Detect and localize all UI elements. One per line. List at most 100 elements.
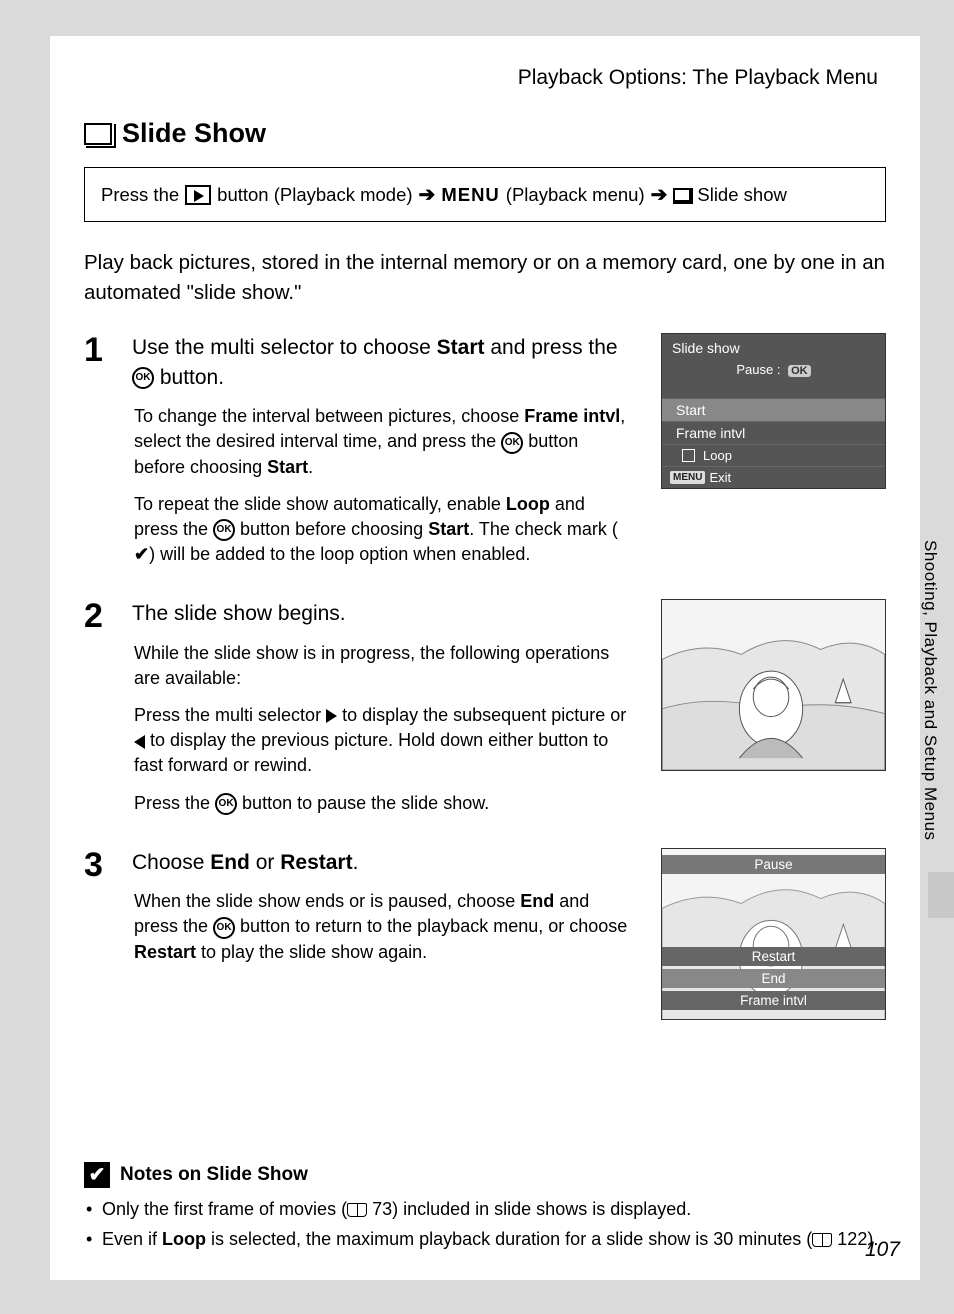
text: Loop: [703, 448, 732, 463]
lcd-overlay-restart: Restart: [662, 947, 885, 966]
step-paragraph: While the slide show is in progress, the…: [132, 641, 631, 691]
arrow-right-icon: ➔: [651, 182, 668, 207]
text: When the slide show ends or is paused, c…: [134, 891, 520, 911]
triangle-left-icon: [134, 735, 145, 749]
instr-text: Slide show: [697, 184, 786, 206]
slideshow-small-icon: [673, 188, 691, 202]
text: Even if: [102, 1229, 162, 1249]
slideshow-icon: [84, 123, 112, 145]
lcd-photo-preview: [661, 599, 886, 771]
step-2: 2 The slide show begins. While the slide…: [84, 599, 886, 828]
text: Only the first frame of movies (: [102, 1199, 347, 1219]
lcd-overlay-end: End: [662, 969, 885, 988]
step-paragraph: To repeat the slide show automatically, …: [132, 492, 631, 568]
text-bold: Restart: [134, 942, 196, 962]
step-body: Use the multi selector to choose Start a…: [132, 333, 631, 579]
lcd-option-loop: Loop: [662, 444, 885, 466]
text: . The check mark (: [469, 519, 618, 539]
ok-button-icon: OK: [213, 917, 235, 939]
side-tab-label: Shooting, Playback and Setup Menus: [920, 540, 940, 841]
ok-button-icon: OK: [213, 519, 235, 541]
step-paragraph: Press the multi selector to display the …: [132, 703, 631, 779]
intro-paragraph: Play back pictures, stored in the intern…: [84, 248, 886, 307]
text: .: [308, 457, 313, 477]
manual-page: Playback Options: The Playback Menu Slid…: [50, 36, 920, 1280]
step-body: Choose End or Restart. When the slide sh…: [132, 848, 631, 1020]
menu-badge-icon: MENU: [670, 471, 705, 484]
text: ) will be added to the loop option when …: [149, 544, 530, 564]
text: .: [353, 851, 359, 874]
notes-section: ✔ Notes on Slide Show Only the first fra…: [84, 1162, 886, 1256]
text-bold: End: [520, 891, 554, 911]
text: button to return to the playback menu, o…: [235, 916, 627, 936]
text: Press the multi selector: [134, 705, 326, 725]
text: button to pause the slide show.: [237, 793, 489, 813]
text-bold: Start: [428, 519, 469, 539]
step-3: 3 Choose End or Restart. When the slide …: [84, 848, 886, 1020]
menu-label: MENU: [441, 184, 499, 206]
text: or: [250, 851, 280, 874]
steps-list: 1 Use the multi selector to choose Start…: [84, 333, 886, 1019]
side-tab-marker: [928, 872, 954, 918]
lcd-slideshow-menu: Slide show Pause : OK Start Frame intvl …: [661, 333, 886, 489]
ok-button-icon: OK: [132, 367, 154, 389]
step-number: 2: [84, 599, 114, 828]
lcd-pause-menu: Pause Restart End Frame intvl: [661, 848, 886, 1020]
notes-check-icon: ✔: [84, 1162, 110, 1188]
text: Exit: [709, 470, 731, 485]
step-paragraph: When the slide show ends or is paused, c…: [132, 889, 631, 965]
lcd-title: Slide show: [662, 334, 885, 360]
text: Use the multi selector to choose: [132, 336, 437, 359]
lcd-option-frame-intvl: Frame intvl: [662, 421, 885, 444]
step-paragraph: Press the OK button to pause the slide s…: [132, 791, 631, 816]
text: To change the interval between pictures,…: [134, 406, 524, 426]
text-bold: Start: [437, 336, 485, 359]
text-bold: Start: [267, 457, 308, 477]
text: Pause: [736, 362, 773, 377]
lcd-spacer: [662, 385, 885, 398]
page-number: 107: [865, 1238, 900, 1262]
lcd-pause-hint: Pause : OK: [662, 360, 885, 385]
lcd-exit-row: MENU Exit: [662, 466, 885, 488]
arrow-right-icon: ➔: [419, 182, 436, 207]
text: To repeat the slide show automatically, …: [134, 494, 506, 514]
text: 73) included in slide shows is displayed…: [367, 1199, 691, 1219]
page-title-row: Slide Show: [84, 118, 886, 149]
ok-button-icon: OK: [215, 793, 237, 815]
step-number: 1: [84, 333, 114, 579]
step-1: 1 Use the multi selector to choose Start…: [84, 333, 886, 579]
notes-title: Notes on Slide Show: [120, 1164, 308, 1186]
section-breadcrumb: Playback Options: The Playback Menu: [84, 66, 886, 90]
step-body: The slide show begins. While the slide s…: [132, 599, 631, 828]
checkbox-icon: [682, 449, 695, 462]
text: to display the subsequent picture or: [337, 705, 626, 725]
triangle-right-icon: [326, 709, 337, 723]
text: is selected, the maximum playback durati…: [206, 1229, 812, 1249]
instr-text: (Playback menu): [506, 184, 645, 206]
instr-text: button (Playback mode): [217, 184, 412, 206]
playback-button-icon: [185, 185, 211, 205]
lcd-overlay-pause: Pause: [662, 855, 885, 874]
text-bold: Loop: [162, 1229, 206, 1249]
lcd-option-start: Start: [662, 398, 885, 421]
notes-title-row: ✔ Notes on Slide Show: [84, 1162, 886, 1188]
step-heading: Use the multi selector to choose Start a…: [132, 333, 631, 392]
page-title: Slide Show: [122, 118, 266, 149]
note-item: Even if Loop is selected, the maximum pl…: [84, 1226, 886, 1252]
navigation-instruction: Press the button (Playback mode) ➔ MENU …: [84, 167, 886, 222]
text: Press the: [134, 793, 215, 813]
ok-button-icon: OK: [501, 432, 523, 454]
text: to play the slide show again.: [196, 942, 427, 962]
text-bold: Restart: [280, 851, 352, 874]
lcd-ok-badge: OK: [788, 365, 811, 377]
check-icon: ✔: [134, 542, 149, 567]
text-bold: Loop: [506, 494, 550, 514]
instr-text: Press the: [101, 184, 179, 206]
lcd-overlay-frame-intvl: Frame intvl: [662, 991, 885, 1010]
step-heading: Choose End or Restart.: [132, 848, 631, 877]
step-heading: The slide show begins.: [132, 599, 631, 628]
note-item: Only the first frame of movies ( 73) inc…: [84, 1196, 886, 1222]
text: button.: [154, 366, 224, 389]
text-bold: Frame intvl: [524, 406, 620, 426]
page-ref-icon: [347, 1203, 367, 1217]
